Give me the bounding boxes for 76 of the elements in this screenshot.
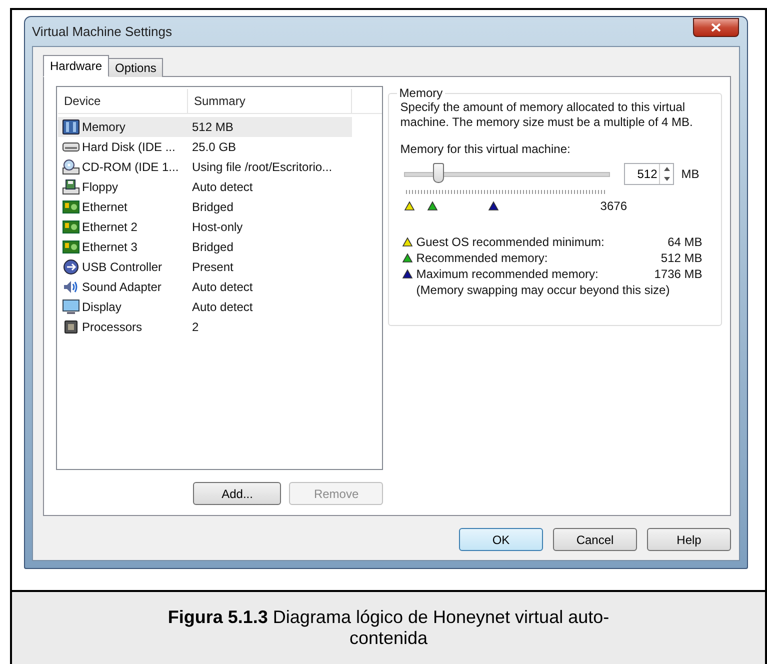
device-summary: Auto detect (192, 180, 253, 194)
device-row[interactable]: Processors 2 (58, 317, 352, 337)
device-name: USB Controller (82, 260, 162, 274)
device-summary: Auto detect (192, 300, 253, 314)
usb-icon (62, 259, 80, 275)
monitor-icon (62, 299, 80, 315)
device-name: Ethernet (82, 200, 128, 214)
device-name: Ethernet 3 (82, 240, 138, 254)
device-name: Floppy (82, 180, 118, 194)
device-row[interactable]: Display Auto detect (58, 297, 352, 317)
close-icon (711, 23, 721, 32)
device-row[interactable]: Memory 512 MB (58, 117, 352, 137)
processor-icon (62, 319, 80, 335)
cd-drive-icon (62, 159, 80, 175)
device-summary: Bridged (192, 240, 234, 254)
slider-label: Memory for this virtual machine: (400, 142, 572, 157)
device-name: Hard Disk (IDE ... (82, 140, 176, 154)
device-summary: Using file /root/Escritorio... (192, 160, 332, 174)
window-title: Virtual Machine Settings (32, 24, 172, 39)
help-button[interactable]: Help (647, 528, 731, 551)
tab[interactable]: Options (108, 58, 164, 77)
device-name: Ethernet 2 (82, 220, 138, 234)
legend-value: 1736 MB (654, 267, 702, 281)
device-row[interactable]: CD-ROM (IDE 1... Using file /root/Escritorio... (58, 157, 352, 177)
device-row[interactable]: Sound Adapter Auto detect (58, 277, 352, 297)
device-name: CD-ROM (IDE 1... (82, 160, 179, 174)
device-row[interactable]: Ethernet 2 Host-only (58, 217, 352, 237)
ok-button[interactable]: OK (459, 528, 543, 551)
memory-chip-icon (62, 119, 80, 135)
device-summary: Bridged (192, 200, 234, 214)
close-button[interactable] (693, 18, 739, 37)
note-text: (Memory swapping may occur beyond this size) (416, 283, 671, 297)
device-row[interactable]: Ethernet Bridged (58, 197, 352, 217)
device-summary: 512 MB (192, 120, 234, 134)
network-card-icon (62, 199, 80, 215)
triangle-marker-icon (427, 201, 438, 211)
device-row[interactable]: Ethernet 3 Bridged (58, 237, 352, 257)
add-button[interactable]: Add... (193, 482, 282, 505)
device-name: Sound Adapter (82, 280, 162, 294)
triangle-marker-icon (404, 201, 416, 211)
triangle-marker-icon (488, 201, 500, 211)
memory-field[interactable]: 512 (625, 164, 660, 184)
network-card-icon (62, 219, 80, 235)
speaker-icon (62, 279, 80, 295)
memory-spinbox[interactable]: 512 (624, 163, 674, 185)
floppy-drive-icon (62, 179, 80, 195)
legend-label: Guest OS recommended minimum: (416, 235, 604, 249)
cancel-button[interactable]: Cancel (553, 528, 637, 551)
device-summary: Present (192, 260, 234, 274)
slider-thumb[interactable] (432, 162, 444, 182)
device-name: Display (82, 300, 122, 314)
group-title: Memory (398, 86, 444, 100)
network-card-icon (62, 239, 80, 255)
legend-label: Recommended memory: (416, 251, 548, 265)
tab[interactable]: Hardware (43, 55, 110, 77)
figure-caption: Figura 5.1.3 Diagrama lógico de Honeynet virtual auto-contenida (166, 607, 610, 649)
description-text: Specify the amount of memory allocated to this virtual machine. The memory size must be a multiple of 4 MB. (400, 100, 694, 130)
device-summary: 25.0 GB (192, 140, 236, 154)
triangle-icon (402, 269, 414, 279)
device-name: Memory (82, 120, 126, 134)
device-row[interactable]: USB Controller Present (58, 257, 352, 277)
triangle-icon (402, 237, 414, 247)
device-row[interactable]: Hard Disk (IDE ... 25.0 GB (58, 137, 352, 157)
device-summary: Host-only (192, 220, 243, 234)
legend-label: Maximum recommended memory: (416, 267, 598, 281)
legend-value: 512 MB (660, 251, 702, 265)
device-summary: 2 (192, 320, 199, 334)
triangle-icon (402, 253, 414, 263)
column-header[interactable]: Summary (188, 89, 352, 113)
scale-max-label: 3676 (600, 199, 627, 213)
legend-value: 64 MB (668, 235, 702, 249)
unit-label: MB (681, 167, 700, 181)
column-header[interactable]: Device (58, 89, 188, 113)
device-name: Processors (82, 320, 142, 334)
device-summary: Auto detect (192, 280, 253, 294)
device-row[interactable]: Floppy Auto detect (58, 177, 352, 197)
